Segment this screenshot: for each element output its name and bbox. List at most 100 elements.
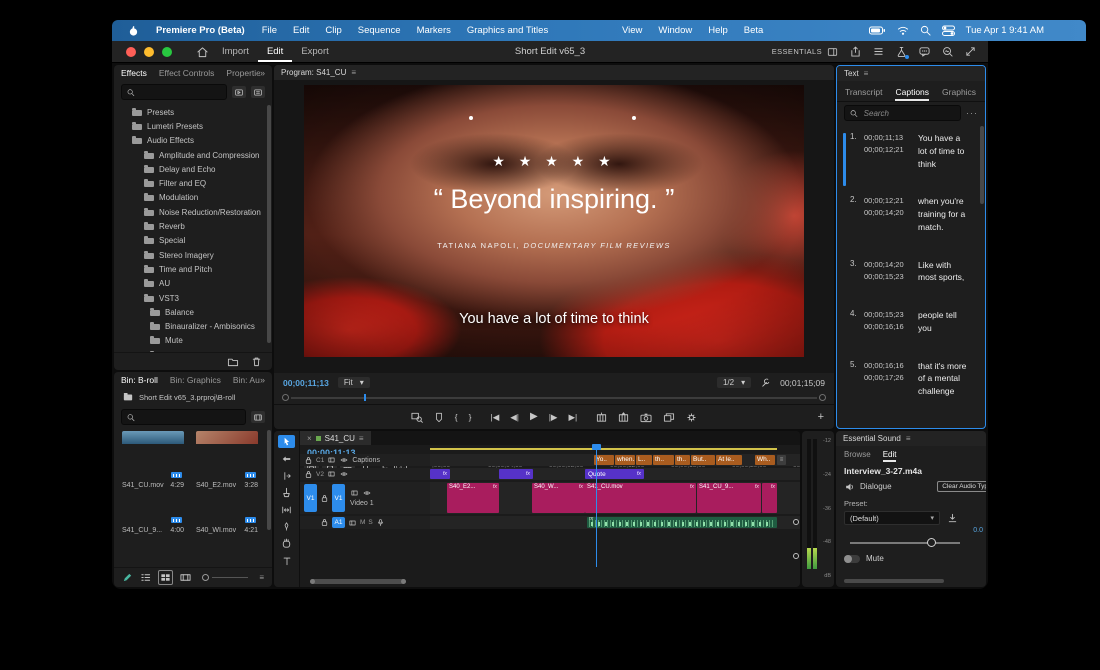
filmstrip-view-icon[interactable] — [180, 572, 191, 583]
bin-clip-thumbnail[interactable] — [122, 447, 184, 480]
mode-tab[interactable]: Export — [292, 41, 337, 62]
fullscreen-icon[interactable] — [965, 46, 976, 57]
feedback-chat-icon[interactable] — [919, 46, 930, 57]
solo-toggle[interactable]: S — [368, 519, 372, 526]
add-marker-icon[interactable] — [434, 412, 444, 423]
graphic-clip[interactable]: fx — [430, 469, 450, 479]
caption-timecodes[interactable]: 00;00;15;2300;00;16;16 — [864, 309, 918, 335]
bin-clip-name[interactable]: S41_CU_9... — [122, 527, 162, 534]
share-icon[interactable] — [850, 46, 861, 57]
graphic-clip[interactable]: Quotefx — [585, 469, 644, 479]
caption-text[interactable]: that it's more of a mental challenge — [918, 360, 981, 398]
scrub-start-knob[interactable] — [282, 394, 289, 401]
mute-toggle[interactable]: M — [360, 519, 365, 526]
panel-menu-icon[interactable]: ≡ — [351, 68, 356, 77]
save-preset-icon[interactable] — [947, 513, 958, 524]
bin-search-field[interactable] — [139, 412, 240, 423]
minimize-window-button[interactable] — [144, 47, 154, 57]
export-frame-icon[interactable] — [640, 412, 652, 423]
chevron-icon[interactable] — [134, 194, 140, 201]
text-tab[interactable]: Graphics — [942, 87, 976, 101]
bin-clip-thumbnail[interactable] — [196, 492, 258, 525]
track-target-v1[interactable]: V1 — [332, 484, 345, 512]
menu-item[interactable]: Help — [700, 25, 736, 36]
chevron-icon[interactable] — [134, 223, 140, 230]
video-clip[interactable]: S40_W...fx — [532, 483, 585, 513]
caption-clip[interactable]: when.. — [615, 455, 635, 465]
spotlight-icon[interactable] — [920, 25, 931, 36]
effects-tree-item[interactable]: Time and Pitch — [114, 262, 272, 276]
chevron-icon[interactable] — [134, 280, 140, 287]
panel-tab[interactable]: Effect Controls≡ — [159, 68, 215, 78]
menu-item[interactable]: Sequence — [350, 25, 409, 36]
video-clip[interactable]: S40_E2...fx — [447, 483, 499, 513]
more-options-icon[interactable]: ··· — [966, 108, 978, 118]
track-target-a1[interactable]: A1 — [332, 517, 345, 528]
bin-clip[interactable]: S40_WI.mov 4:21 — [196, 492, 258, 534]
chevron-icon[interactable] — [134, 266, 140, 273]
scrub-end-knob[interactable] — [819, 394, 826, 401]
lock-icon[interactable] — [304, 456, 313, 465]
chevron-icon[interactable] — [122, 109, 128, 116]
source-patch-v1[interactable]: V1 — [304, 484, 317, 512]
effects-tree-item[interactable]: Panner - Ambisonics — [114, 348, 272, 352]
text-panel-title[interactable]: Text — [844, 69, 859, 78]
track-height-knob[interactable] — [793, 553, 799, 559]
caption-clip[interactable]: But.. — [691, 455, 715, 465]
bin-clip-thumbnail[interactable] — [196, 447, 258, 480]
lift-icon[interactable] — [596, 412, 607, 423]
chevron-icon[interactable] — [140, 337, 146, 344]
button-editor-plus[interactable]: + — [818, 411, 824, 423]
32bit-filter-icon[interactable] — [251, 86, 265, 98]
lock-icon[interactable] — [320, 494, 329, 503]
bin-scrollbar[interactable] — [267, 430, 271, 530]
caption-clip[interactable]: Yo.. — [594, 455, 614, 465]
mic-icon[interactable] — [376, 518, 385, 528]
essential-sound-tab[interactable]: Browse — [844, 450, 871, 462]
sync-lock-icon[interactable] — [350, 489, 359, 497]
program-scrubber[interactable] — [282, 392, 826, 404]
list-view-icon[interactable] — [140, 572, 151, 583]
effects-tree-item[interactable]: Filter and EQ — [114, 176, 272, 190]
effects-tree-item[interactable]: Presets — [114, 105, 272, 119]
menu-app-name[interactable]: Premiere Pro (Beta) — [147, 25, 254, 36]
battery-icon[interactable] — [869, 24, 886, 37]
menu-item[interactable]: View — [614, 25, 650, 36]
caption-clip[interactable]: At le.. — [716, 455, 742, 465]
ripple-edit-tool[interactable] — [278, 469, 295, 482]
essential-sound-title[interactable]: Essential Sound — [843, 434, 901, 443]
caption-text[interactable]: You have a lot of time to think — [918, 132, 981, 170]
wifi-icon[interactable] — [897, 25, 909, 36]
panel-tab[interactable]: Bin: Au≡ — [233, 375, 260, 385]
sync-lock-icon[interactable] — [327, 456, 336, 464]
effects-tree-item[interactable]: Binauralizer - Ambisonics — [114, 319, 272, 333]
caption-track-collapse[interactable]: ≡ — [777, 455, 786, 465]
play-button[interactable]: ▶ — [530, 412, 538, 422]
amount-value[interactable]: 0.0 — [836, 526, 986, 535]
home-icon[interactable] — [196, 46, 209, 58]
slip-tool[interactable] — [278, 503, 295, 516]
chevron-icon[interactable] — [122, 123, 128, 130]
effects-tree-item[interactable]: Amplitude and Compression — [114, 148, 272, 162]
control-center-icon[interactable] — [942, 25, 955, 36]
hand-tool[interactable] — [278, 537, 295, 550]
volume-slider[interactable] — [850, 536, 972, 549]
effects-search-field[interactable] — [139, 87, 221, 98]
menu-item[interactable]: Graphics and Titles — [459, 25, 556, 36]
panel-tab[interactable]: Propertie≡ — [226, 68, 260, 78]
mark-in-icon[interactable]: { — [455, 413, 458, 422]
preset-dropdown[interactable]: (Default) ▾ — [844, 511, 940, 525]
type-tool[interactable] — [278, 554, 295, 567]
chevron-icon[interactable] — [134, 152, 140, 159]
chevron-icon[interactable] — [140, 323, 146, 330]
chevron-icon[interactable] — [134, 166, 140, 173]
comparison-view-icon[interactable] — [411, 411, 423, 423]
video-clip[interactable]: S41_CU_9...fx — [697, 483, 761, 513]
sequence-tab[interactable]: × S41_CU ≡ — [300, 431, 371, 445]
bin-breadcrumb[interactable]: Short Edit v65_3.prproj\B-roll — [114, 388, 272, 406]
playback-resolution-dropdown[interactable]: 1/2▾ — [717, 377, 751, 388]
panel-tab[interactable]: Bin: B-roll≡ — [121, 375, 158, 385]
effects-tree-item[interactable]: VST3 — [114, 291, 272, 305]
program-timecode[interactable]: 00;00;11;13 — [283, 378, 329, 388]
menu-clock[interactable]: Tue Apr 1 9:41 AM — [966, 25, 1044, 36]
